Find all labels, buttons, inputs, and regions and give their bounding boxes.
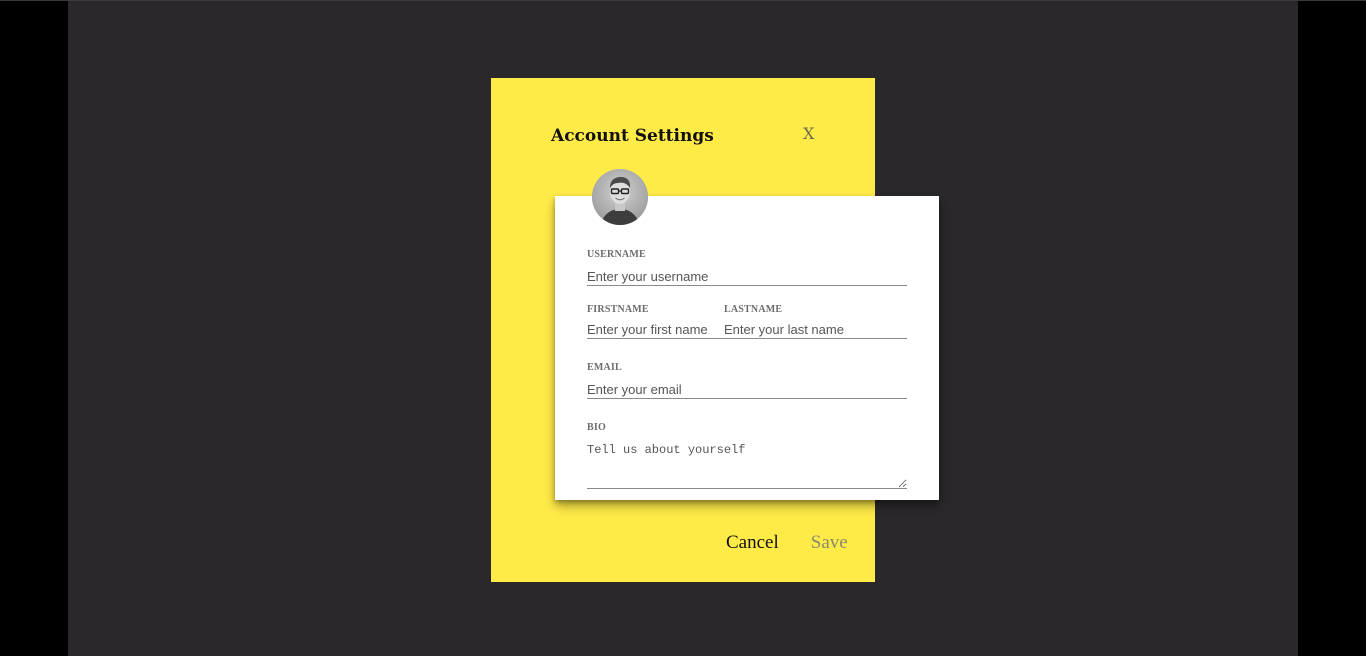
username-label: USERNAME [587,249,646,260]
save-button[interactable]: Save [811,532,848,554]
dialog-title: Account Settings [551,126,714,146]
cancel-button[interactable]: Cancel [726,532,779,554]
email-input[interactable] [587,380,907,399]
firstname-label: FIRSTNAME [587,304,649,315]
lastname-label: LASTNAME [724,304,783,315]
lastname-input[interactable] [724,320,907,339]
email-label: EMAIL [587,362,622,373]
avatar-photo-icon [592,169,648,225]
username-input[interactable] [587,267,907,286]
bio-label: BIO [587,422,606,433]
close-button[interactable]: X [803,124,814,143]
user-avatar[interactable] [592,169,648,225]
firstname-input[interactable] [587,320,724,339]
account-form: USERNAME FIRSTNAME LASTNAME EMAIL BIO [555,196,939,500]
bio-textarea[interactable] [587,443,907,489]
dialog-actions: Cancel Save [726,532,848,554]
